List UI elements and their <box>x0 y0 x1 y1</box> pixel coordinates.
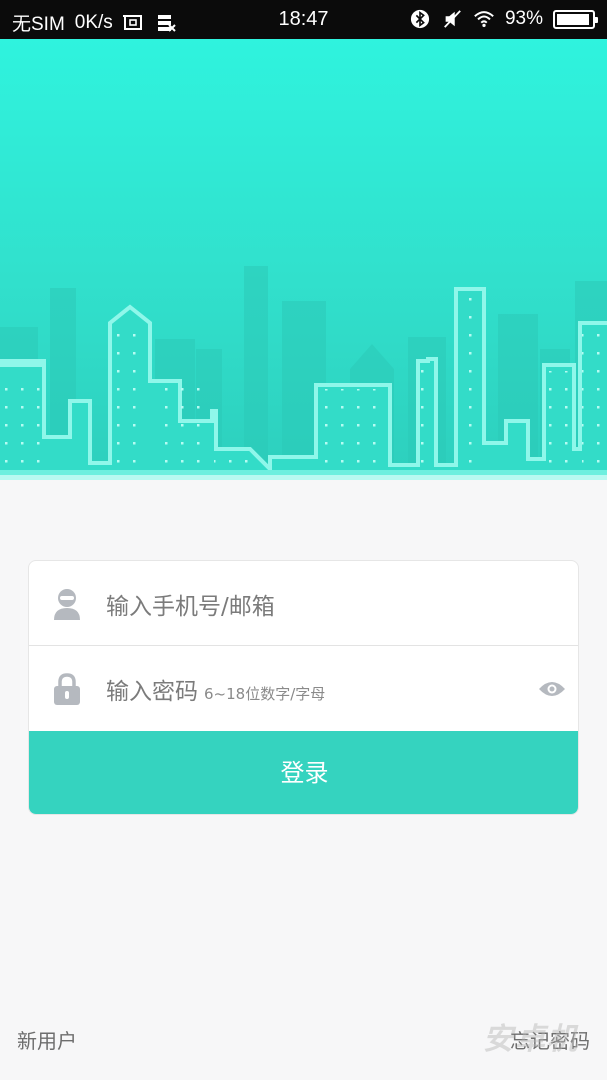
password-placeholder: 输入密码 <box>106 679 198 705</box>
password-field[interactable]: 输入密码 6~18位数字/字母 <box>29 646 578 731</box>
lock-icon <box>54 673 80 705</box>
wifi-icon <box>474 11 494 28</box>
bluetooth-icon <box>410 9 430 29</box>
login-button[interactable]: 登录 <box>29 731 578 814</box>
new-user-link[interactable]: 新用户 <box>17 1025 77 1054</box>
battery-icon <box>553 9 598 29</box>
username-input[interactable]: 输入手机号/邮箱 <box>106 587 275 621</box>
watermark: 安卓机 <box>483 1022 579 1057</box>
user-icon <box>54 589 80 620</box>
battery-percent: 93% <box>504 8 543 29</box>
username-field[interactable]: 输入手机号/邮箱 <box>29 561 578 646</box>
password-input[interactable]: 输入密码 6~18位数字/字母 <box>106 672 325 706</box>
silent-icon <box>444 10 461 28</box>
city-skyline-illustration <box>0 266 607 480</box>
password-hint: 6~18位数字/字母 <box>204 685 326 703</box>
hero-banner <box>0 39 607 480</box>
status-bar: 无SIM 0K/s 18:47 93% <box>0 0 607 39</box>
login-form: 输入手机号/邮箱 输入密码 6~18位数字/字母 登录 <box>28 560 579 815</box>
show-password-eye-icon[interactable] <box>538 680 566 698</box>
